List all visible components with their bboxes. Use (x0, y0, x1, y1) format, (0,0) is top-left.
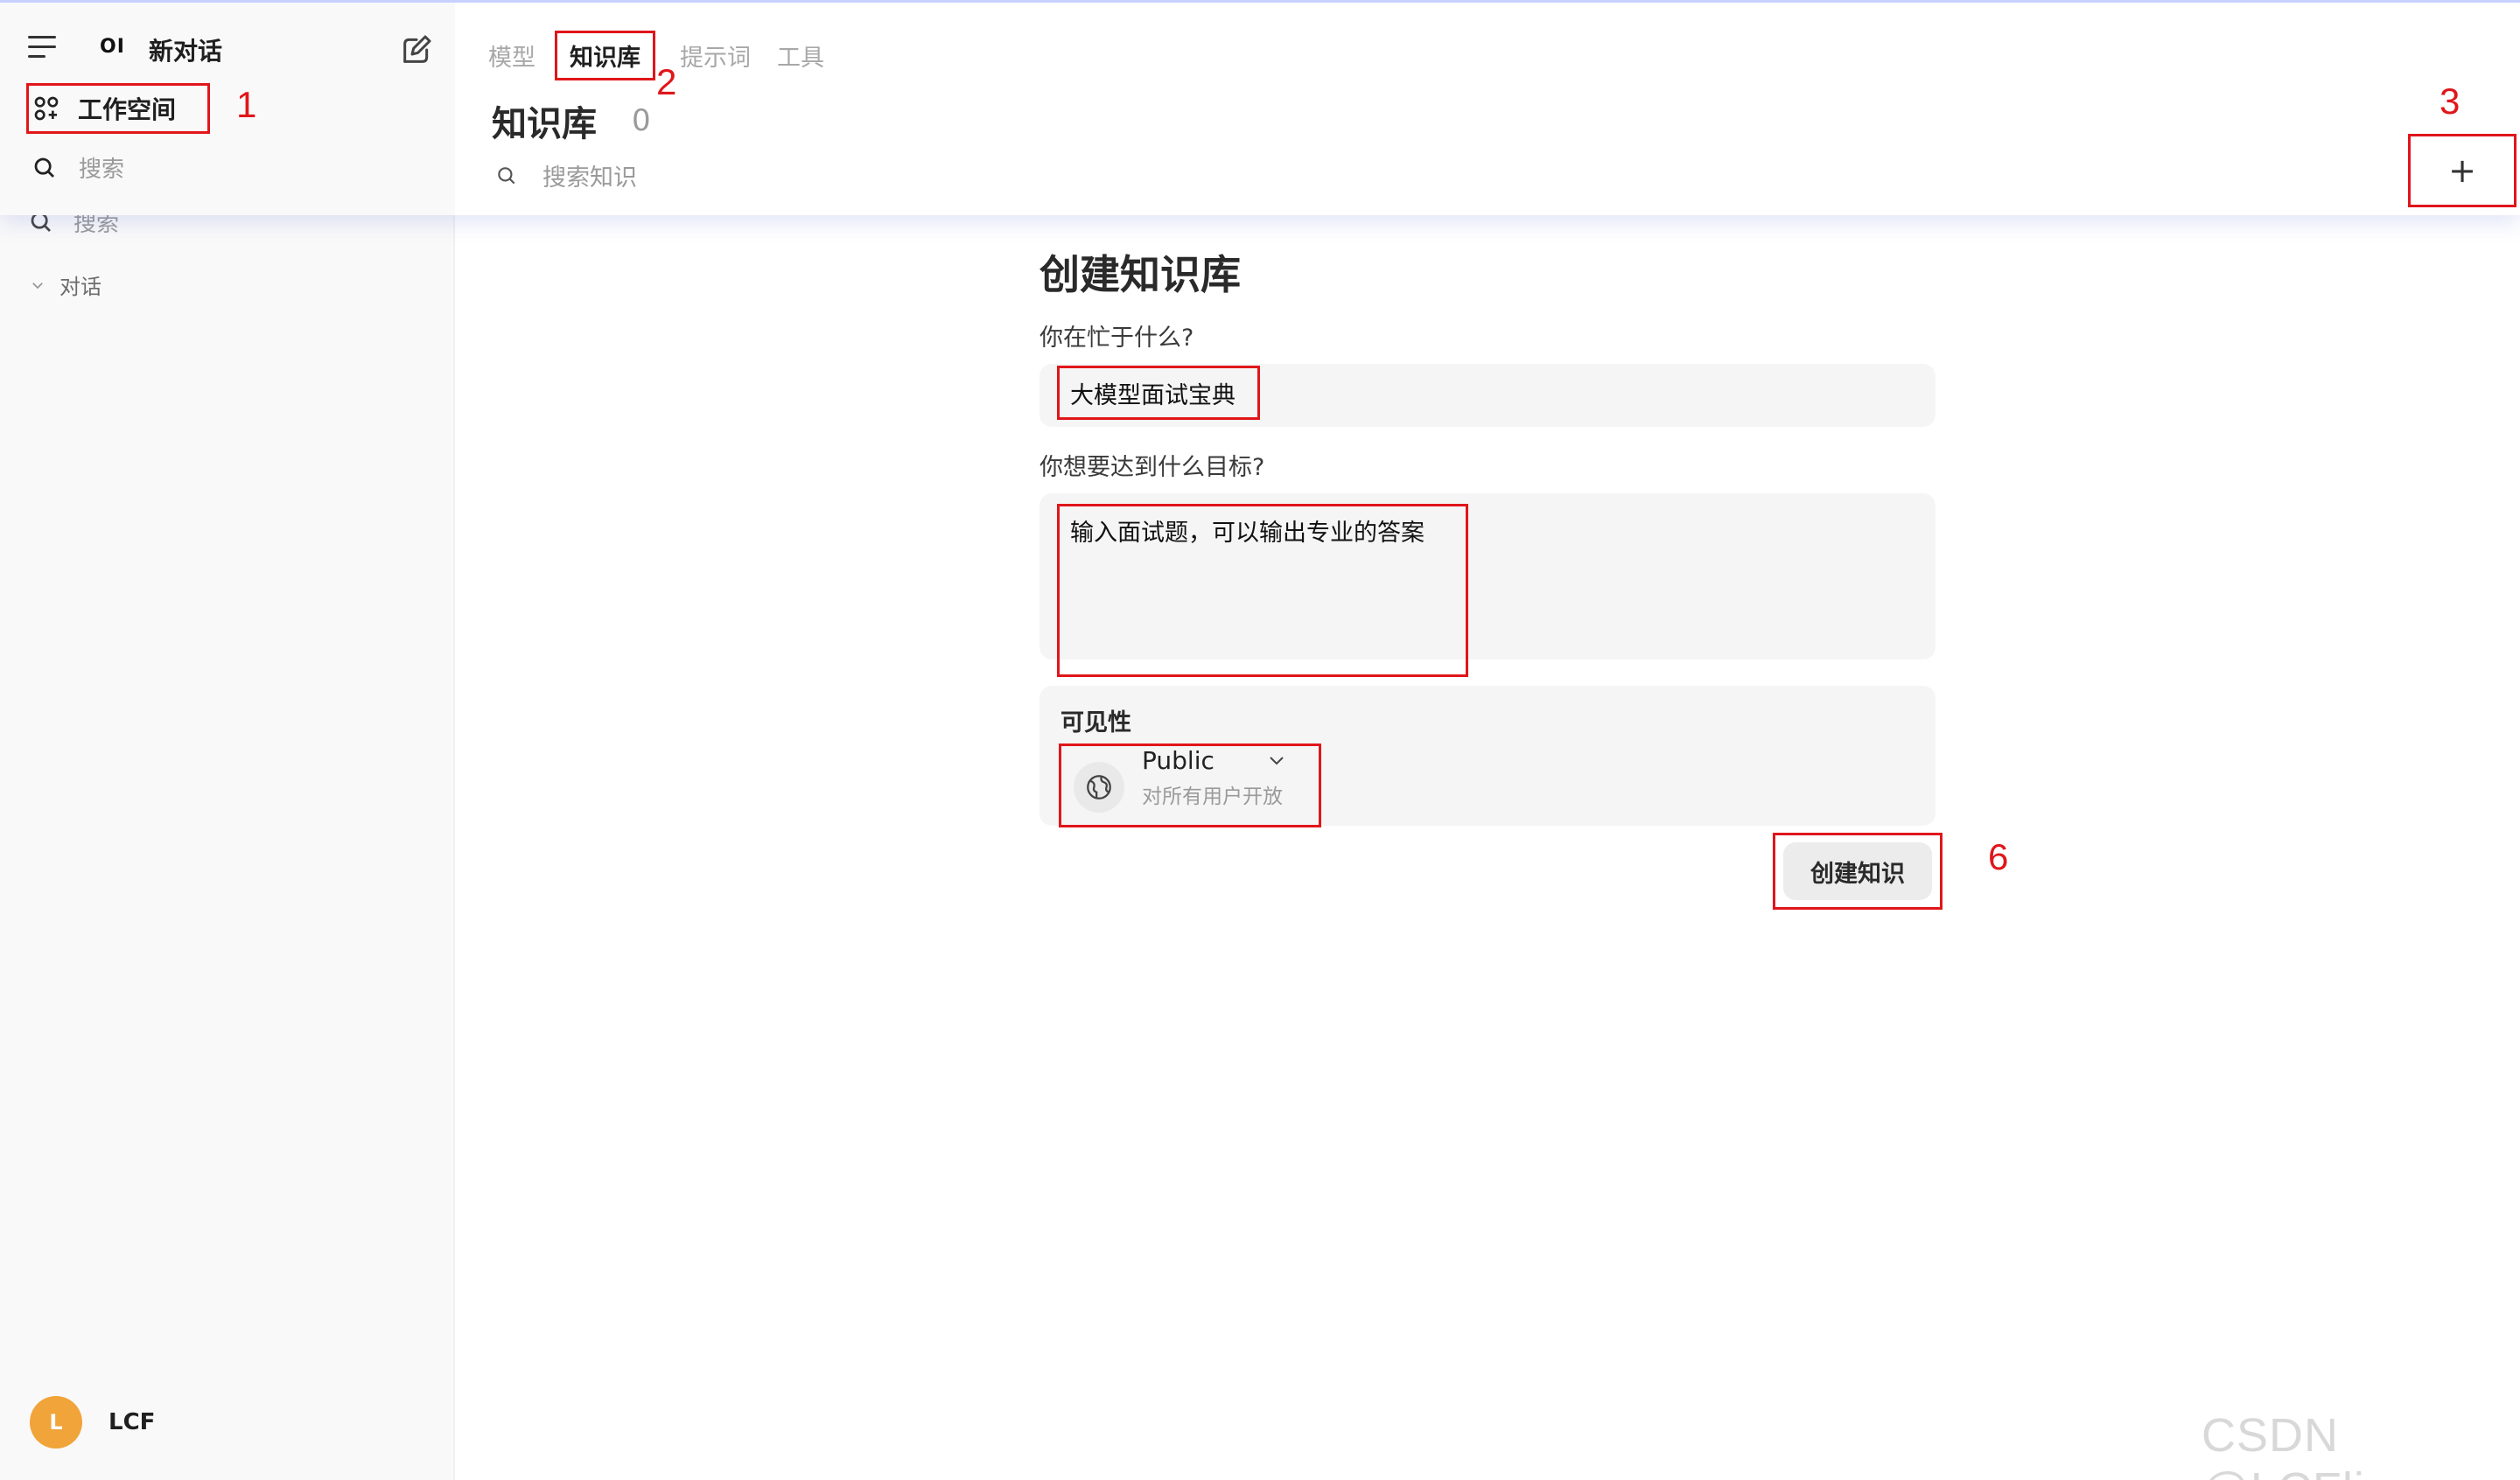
globe-icon-wrap (1074, 762, 1124, 813)
new-chat-link[interactable]: 新对话 (149, 32, 222, 67)
visibility-select[interactable]: Public 对所有用户开放 (1059, 743, 1321, 827)
knowledge-search-placeholder: 搜索知识 (542, 164, 637, 192)
tab-prompts[interactable]: 提示词 (678, 35, 752, 76)
chevron-down-icon (1270, 757, 1284, 765)
menu-icon[interactable] (28, 36, 58, 60)
edit-icon[interactable] (399, 32, 434, 67)
grid-icon (34, 96, 59, 121)
app-root: 搜索 对话 L LCF OI 新对话 工作空间 搜索 模型 知识库 提示词 工具… (0, 0, 2520, 1480)
name-input-value[interactable]: 大模型面试宝典 (1057, 366, 1260, 420)
user-menu[interactable]: L LCF (30, 1396, 155, 1449)
visibility-value: Public (1142, 746, 1214, 775)
search-icon (34, 157, 54, 178)
chevron-down-icon (32, 282, 43, 289)
tab-tools[interactable]: 工具 (775, 35, 826, 76)
knowledge-count: 0 (632, 103, 651, 138)
page-title: 知识库 (492, 104, 597, 144)
sidebar-search[interactable]: 搜索 (32, 151, 124, 184)
visibility-description: 对所有用户开放 (1142, 785, 1283, 808)
workspace-header-overlay: OI 新对话 工作空间 搜索 模型 知识库 提示词 工具 知识库 0 搜索知识 … (0, 0, 2520, 215)
annotation-2: 2 (656, 61, 677, 102)
workspace-label: 工作空间 (78, 95, 177, 124)
avatar: L (30, 1396, 82, 1449)
chats-section-header[interactable]: 对话 (30, 269, 102, 300)
chats-section-label: 对话 (60, 275, 102, 299)
sidebar: 搜索 对话 L LCF (0, 0, 455, 1480)
sidebar-item-workspace[interactable]: 工作空间 (26, 83, 210, 134)
sidebar-search-placeholder: 搜索 (79, 157, 125, 183)
search-icon (498, 166, 515, 184)
watermark: CSDN @LCFliu (2202, 1409, 2391, 1480)
page-title-row: 知识库 0 (492, 95, 651, 146)
app-logo: OI (100, 36, 125, 58)
create-knowledge-button-label: 创建知识 (1783, 842, 1932, 900)
tab-knowledge[interactable]: 知识库 (555, 31, 655, 80)
add-knowledge-button[interactable]: + (2408, 134, 2516, 207)
annotation-6: 6 (1988, 836, 2009, 877)
visibility-label: 可见性 (1060, 709, 1131, 737)
user-name: LCF (108, 1409, 156, 1435)
knowledge-search[interactable]: 搜索知识 (495, 158, 637, 192)
goal-field-label: 你想要达到什么目标? (1040, 454, 1265, 481)
name-field-label: 你在忙于什么? (1040, 325, 1194, 352)
globe-icon (1087, 775, 1111, 799)
tab-models[interactable]: 模型 (486, 35, 537, 76)
annotation-1: 1 (236, 84, 257, 125)
goal-textarea-value[interactable]: 输入面试题，可以输出专业的答案 (1057, 504, 1468, 677)
overlay-sidebar-section: OI 新对话 工作空间 搜索 (0, 3, 455, 215)
create-knowledge-title: 创建知识库 (1040, 251, 1241, 298)
create-knowledge-button[interactable]: 创建知识 (1773, 833, 1942, 910)
annotation-3: 3 (2440, 80, 2460, 122)
